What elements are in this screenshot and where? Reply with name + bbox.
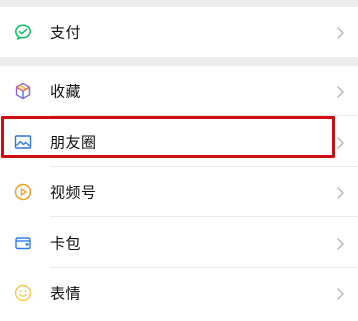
chevron-right-icon xyxy=(336,84,346,98)
menu-label-stickers: 表情 xyxy=(50,284,82,303)
menu-label-favorites: 收藏 xyxy=(50,82,82,101)
chevron-right-icon xyxy=(336,135,346,149)
chevron-right-icon xyxy=(336,25,346,39)
menu-label-moments: 朋友圈 xyxy=(50,133,97,151)
top-gap xyxy=(0,0,358,7)
favorites-cube-icon xyxy=(13,81,33,101)
menu-item-favorites[interactable]: 收藏 xyxy=(0,66,358,116)
menu-label-card-wallet: 卡包 xyxy=(50,234,82,252)
moments-photo-icon xyxy=(13,132,33,152)
chevron-right-icon xyxy=(336,286,346,300)
menu-item-moments[interactable]: 朋友圈 xyxy=(0,116,358,167)
card-wallet-icon xyxy=(13,233,33,253)
stickers-smile-icon xyxy=(13,283,33,303)
menu-item-channels[interactable]: 视频号 xyxy=(0,167,358,217)
menu-label-payment: 支付 xyxy=(50,23,82,42)
channels-play-icon xyxy=(13,182,33,202)
menu-item-card-wallet[interactable]: 卡包 xyxy=(0,217,358,268)
menu-label-channels: 视频号 xyxy=(50,183,97,202)
menu-item-payment[interactable]: 支付 xyxy=(0,7,358,57)
payment-group: 支付 xyxy=(0,7,358,57)
chevron-right-icon xyxy=(336,236,346,250)
chevron-right-icon xyxy=(336,185,346,199)
wechat-pay-icon xyxy=(13,22,33,42)
main-menu-group: 收藏 朋友圈 视频号 卡包 表情 xyxy=(0,66,358,321)
menu-item-stickers[interactable]: 表情 xyxy=(0,268,358,318)
